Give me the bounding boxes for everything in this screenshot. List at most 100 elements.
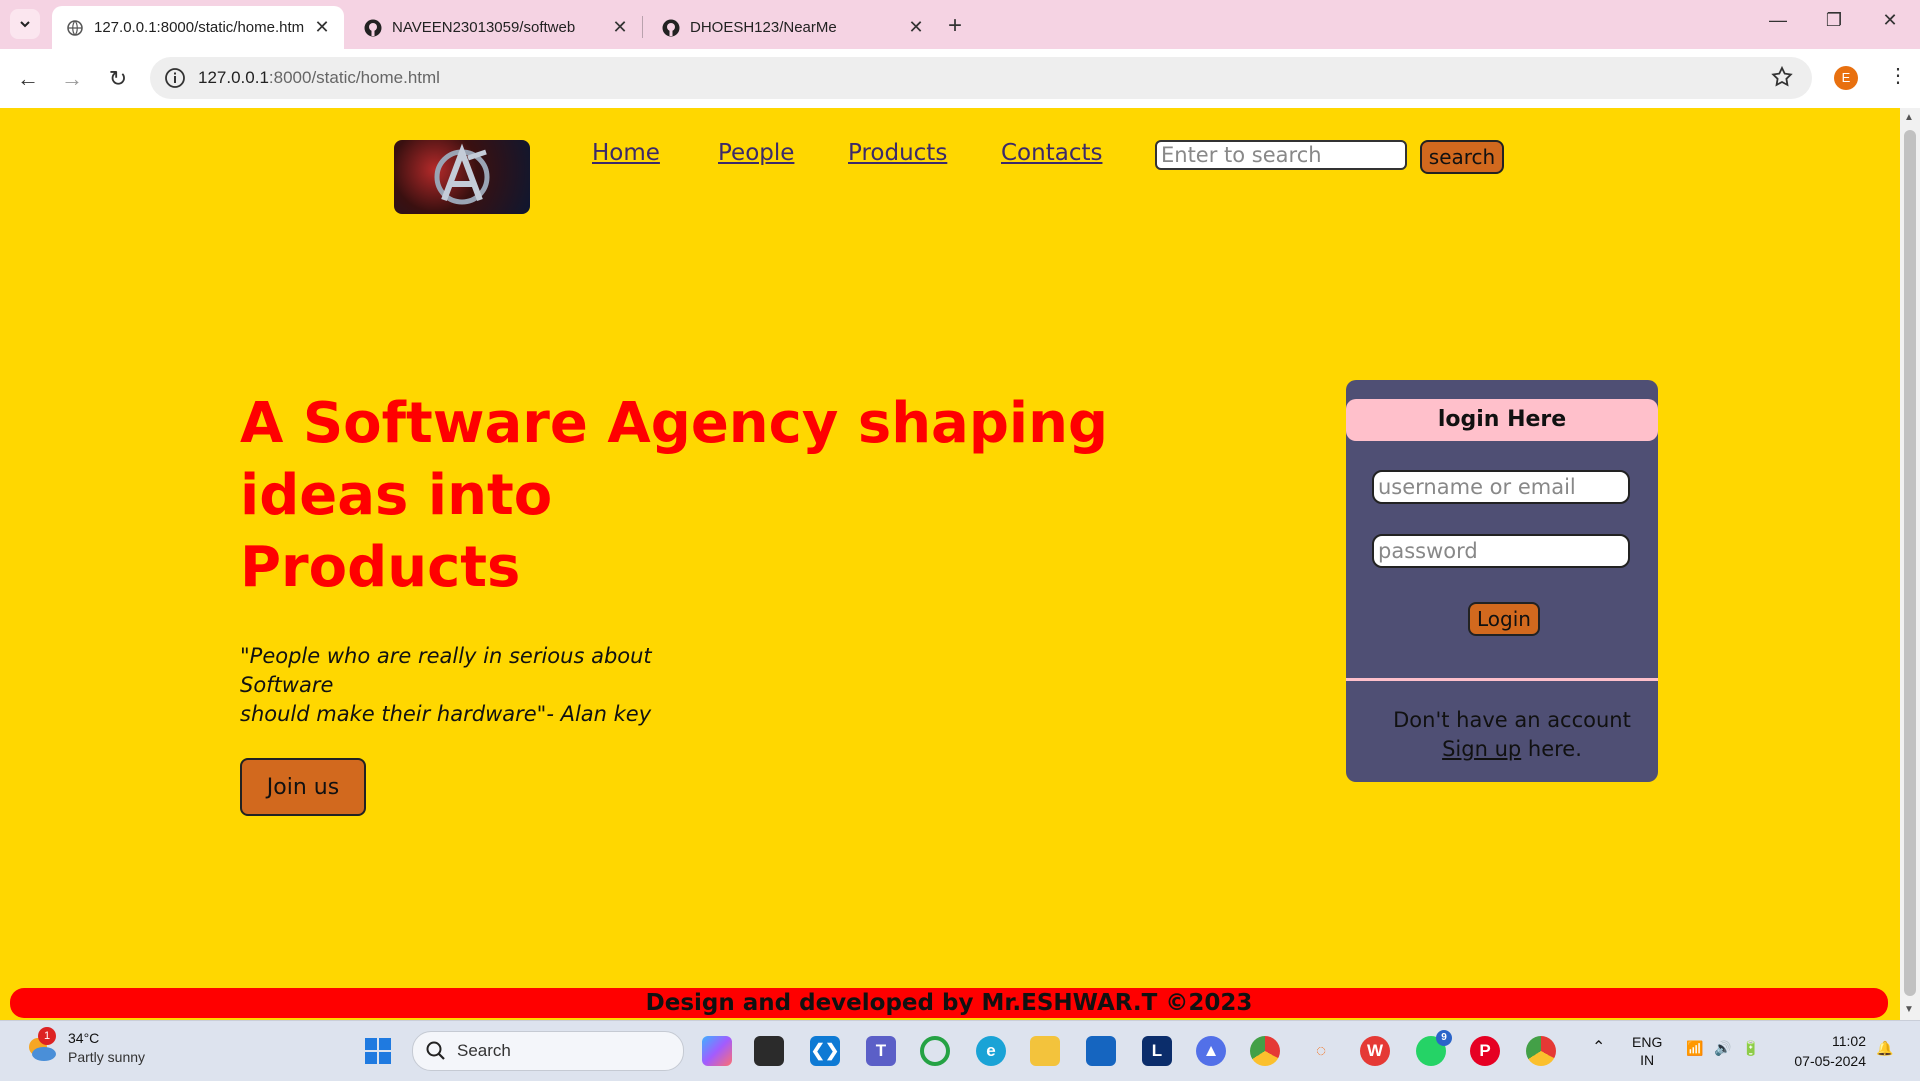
browser-toolbar: ← → ↻ 127.0.0.1:8000/static/home.html E … [0, 49, 1920, 108]
pinterest-icon[interactable]: P [1470, 1036, 1500, 1066]
copilot-icon[interactable] [702, 1036, 732, 1066]
whatsapp-badge: 9 [1436, 1030, 1452, 1046]
tab-title: NAVEEN23013059/softweb [392, 19, 576, 36]
store-icon[interactable] [1086, 1036, 1116, 1066]
windows-start-icon[interactable] [364, 1037, 392, 1065]
signup-link[interactable]: Sign up [1442, 737, 1521, 761]
hero-quote-line-1: "People who are really in serious about … [240, 644, 652, 697]
teams-icon[interactable]: T [866, 1036, 896, 1066]
nav-link-products[interactable]: Products [848, 140, 947, 166]
file-explorer-icon[interactable] [1030, 1036, 1060, 1066]
address-bar[interactable]: 127.0.0.1:8000/static/home.html [150, 57, 1812, 99]
l-app-icon[interactable]: L [1142, 1036, 1172, 1066]
battery-icon[interactable]: 🔋 [1742, 1039, 1759, 1057]
new-tab-button[interactable]: + [948, 12, 962, 40]
partly-sunny-icon: 1 [24, 1027, 58, 1065]
notification-bell-icon[interactable]: 🔔 [1876, 1039, 1893, 1057]
page-scrollbar[interactable]: ▲ ▼ [1900, 108, 1920, 1020]
tab-title: DHOESH123/NearMe [690, 19, 837, 36]
clock-time: 11:02 [1832, 1033, 1866, 1049]
tab-title: 127.0.0.1:8000/static/home.htm [94, 19, 305, 36]
windows-taskbar: 1 34°C Partly sunny Search ❮❯ T e L ▲ ◌ … [0, 1020, 1920, 1081]
avengers-logo[interactable] [394, 140, 530, 214]
terminal-icon[interactable] [754, 1036, 784, 1066]
taskbar-search-label: Search [457, 1041, 511, 1060]
vscode-icon[interactable]: ❮❯ [810, 1036, 840, 1066]
nav-link-contacts[interactable]: Contacts [1001, 140, 1102, 166]
signup-prefix: Don't have an account [1393, 708, 1631, 732]
login-button[interactable]: Login [1468, 602, 1540, 636]
hero-quote-line-2: should make their hardware"- Alan key [240, 702, 652, 726]
restore-icon[interactable]: ❐ [1814, 10, 1854, 31]
page-viewport: Home People Products Contacts search A S… [0, 108, 1900, 1020]
chevron-up-icon[interactable]: ⌃ [1592, 1039, 1605, 1057]
signup-prompt: Don't have an account Sign up here. [1366, 706, 1658, 764]
bookmark-star-icon[interactable] [1770, 65, 1794, 89]
loading-app-icon[interactable] [920, 1036, 950, 1066]
browser-tab-bar: 127.0.0.1:8000/static/home.htm ✕ NAVEEN2… [0, 0, 1920, 49]
minimize-icon[interactable]: — [1758, 10, 1798, 31]
password-field[interactable] [1372, 534, 1630, 568]
taskbar-search[interactable]: Search [412, 1031, 684, 1071]
close-icon[interactable]: ✕ [904, 17, 928, 38]
close-window-icon[interactable]: ✕ [1870, 10, 1910, 31]
language-line-1: ENG [1632, 1034, 1663, 1050]
weather-temperature: 34°C [68, 1030, 100, 1046]
tab-softweb[interactable]: NAVEEN23013059/softweb ✕ [350, 6, 642, 49]
site-footer: Design and developed by Mr.ESHWAR.T ©202… [10, 988, 1888, 1018]
hero-title-line-1: A Software Agency shaping [240, 391, 1109, 456]
weather-alert-badge: 1 [38, 1027, 56, 1045]
vpn-icon[interactable]: ▲ [1196, 1036, 1226, 1066]
scroll-up-icon[interactable]: ▲ [1904, 112, 1914, 123]
scroll-down-icon[interactable]: ▼ [1904, 1004, 1914, 1015]
scrollbar-thumb[interactable] [1904, 130, 1916, 996]
jupyter-icon[interactable]: ◌ [1306, 1036, 1336, 1066]
login-divider [1346, 678, 1658, 681]
system-clock[interactable]: 11:02 07-05-2024 [1782, 1031, 1866, 1071]
login-card: login Here Login Don't have an account S… [1346, 380, 1658, 782]
tab-search-button[interactable] [10, 9, 40, 39]
nav-link-people[interactable]: People [718, 140, 794, 166]
tab-home[interactable]: 127.0.0.1:8000/static/home.htm ✕ [52, 6, 344, 49]
site-info-icon[interactable] [164, 67, 186, 89]
hero-title-line-3: Products [240, 535, 521, 600]
github-icon [662, 19, 680, 37]
login-heading: login Here [1346, 399, 1658, 441]
volume-icon[interactable]: 🔊 [1714, 1039, 1731, 1057]
language-indicator[interactable]: ENG IN [1632, 1033, 1662, 1069]
language-line-2: IN [1640, 1052, 1655, 1068]
reload-icon[interactable]: ↻ [102, 63, 134, 95]
avengers-a-icon [434, 143, 490, 205]
site-search-input[interactable] [1155, 140, 1407, 170]
url-text: 127.0.0.1:8000/static/home.html [198, 68, 440, 88]
weather-description: Partly sunny [68, 1049, 146, 1065]
more-menu-icon[interactable]: ⋮ [1888, 63, 1908, 88]
hero-title-line-2: ideas into [240, 463, 553, 528]
search-icon [426, 1041, 445, 1060]
github-icon [364, 19, 382, 37]
close-icon[interactable]: ✕ [310, 17, 334, 38]
url-host: 127.0.0.1 [198, 68, 269, 87]
whatsapp-icon[interactable]: 9 [1416, 1030, 1452, 1066]
back-icon[interactable]: ← [12, 63, 44, 95]
signup-suffix: here. [1521, 737, 1582, 761]
profile-avatar[interactable]: E [1834, 66, 1858, 90]
url-path: :8000/static/home.html [268, 68, 440, 87]
tab-separator [642, 16, 643, 38]
wps-icon[interactable]: W [1360, 1036, 1390, 1066]
tab-nearme[interactable]: DHOESH123/NearMe ✕ [648, 6, 938, 49]
forward-icon[interactable]: → [56, 63, 88, 95]
edge-icon[interactable]: e [976, 1036, 1006, 1066]
site-search-button[interactable]: search [1420, 140, 1504, 174]
close-icon[interactable]: ✕ [608, 17, 632, 38]
nav-link-home[interactable]: Home [592, 140, 660, 166]
globe-icon [66, 19, 84, 37]
wifi-icon[interactable]: 📶 [1686, 1039, 1703, 1057]
chevron-down-icon [20, 21, 30, 28]
username-field[interactable] [1372, 470, 1630, 504]
chrome-icon[interactable] [1250, 1036, 1280, 1066]
join-us-button[interactable]: Join us [240, 758, 366, 816]
chrome-profile-icon[interactable] [1526, 1036, 1556, 1066]
hero-title: A Software Agency shaping ideas into Pro… [240, 388, 1140, 604]
weather-widget[interactable]: 1 34°C Partly sunny [24, 1027, 146, 1067]
